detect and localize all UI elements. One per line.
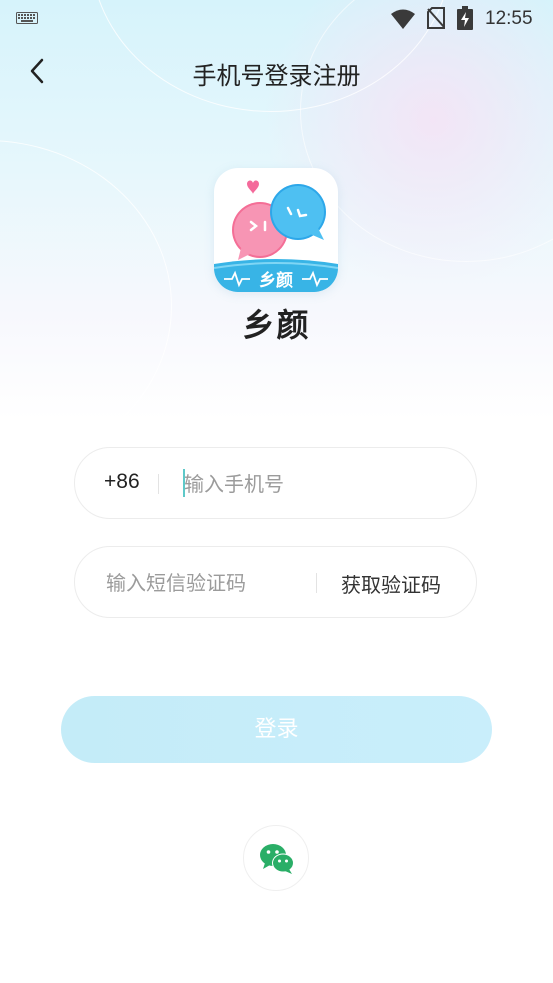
divider [316,573,317,593]
code-field: 获取验证码 [74,546,477,618]
page-title: 手机号登录注册 [192,62,361,90]
keyboard-icon [16,12,38,24]
app-logo-icon: 乡颜 [214,180,338,292]
get-code-button[interactable]: 获取验证码 [341,569,441,598]
no-sim-icon [427,7,445,29]
phone-field: +86 [74,447,477,519]
wechat-icon [260,844,294,874]
phone-input[interactable] [184,469,454,499]
app-name: 乡颜 [242,306,311,344]
app-logo-text: 乡颜 [259,270,293,291]
country-code[interactable]: +86 [104,470,140,494]
divider [158,474,159,494]
status-bar: 12:55 [0,0,553,38]
verification-code-input[interactable] [106,568,306,598]
login-button[interactable]: 登录 [61,696,492,763]
battery-charging-icon [457,6,473,30]
wifi-icon [391,9,415,29]
wechat-login-button[interactable] [243,825,309,891]
app-logo: 乡颜 [214,168,338,292]
status-time: 12:55 [485,8,533,29]
